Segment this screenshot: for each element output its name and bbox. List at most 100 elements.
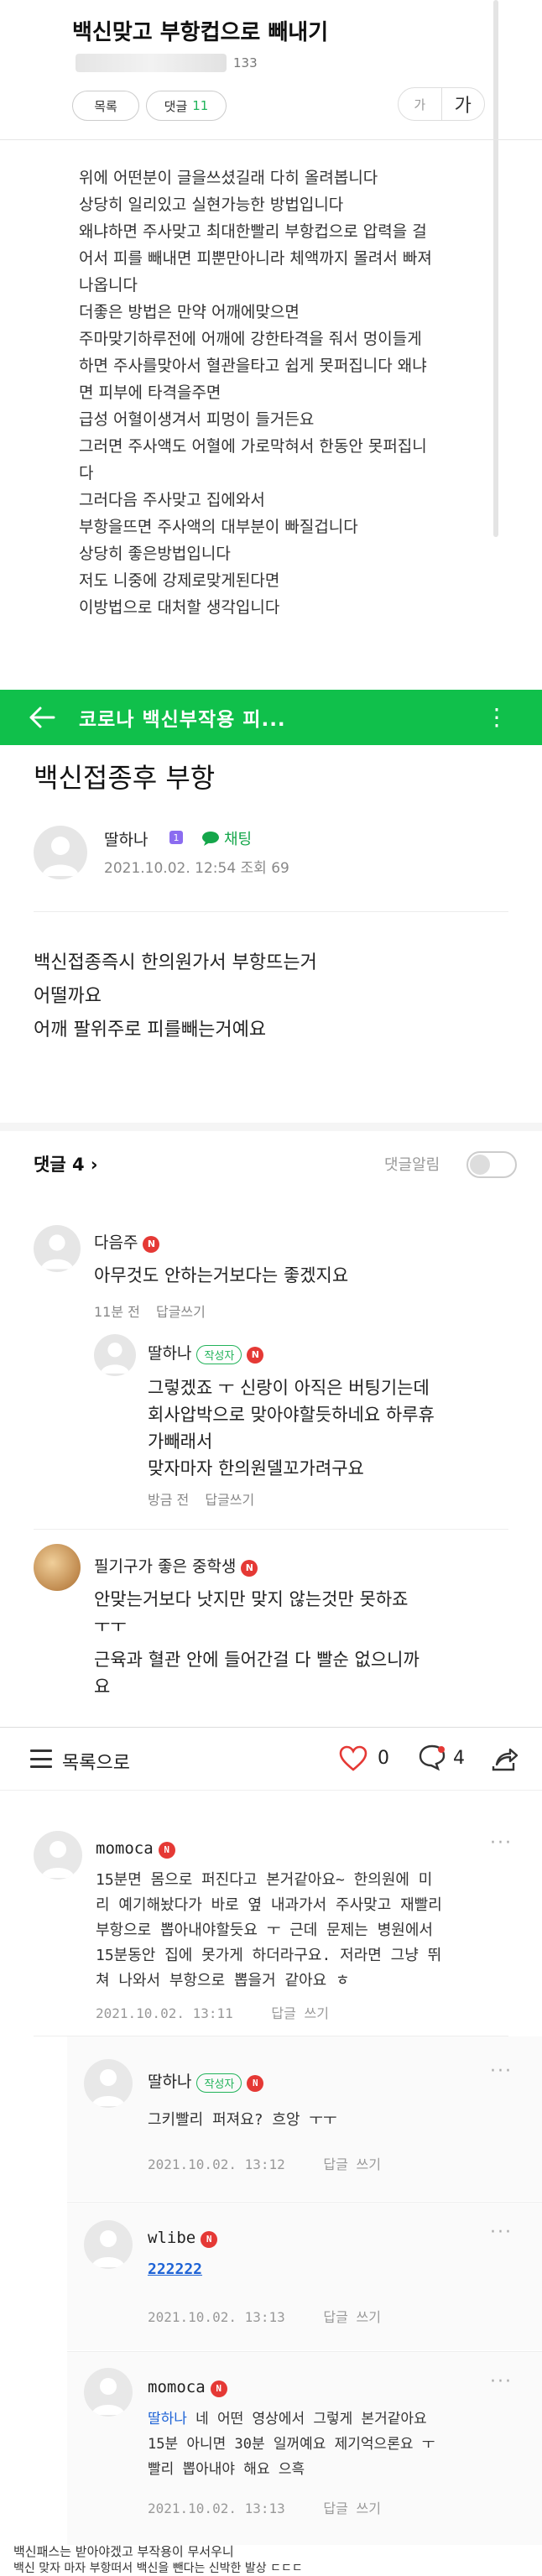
more-options-icon[interactable]: ⋮ bbox=[485, 701, 508, 733]
writer-badge: 작성자 bbox=[196, 2073, 242, 2093]
author-id-suffix: 133 bbox=[233, 55, 258, 70]
reply-button[interactable]: 답글 쓰기 bbox=[323, 2309, 381, 2325]
share-icon[interactable] bbox=[490, 1744, 519, 1773]
comment-count-header[interactable]: 댓글 4 › bbox=[34, 1151, 98, 1176]
author-name-blurred bbox=[76, 54, 227, 72]
reply-button[interactable]: 답글쓰기 bbox=[156, 1304, 206, 1320]
post-screenshot-1: 백신맞고 부항컵으로 빼내기 133 목록 댓글 11 가 가 위에 어떤분이 … bbox=[0, 0, 542, 671]
chat-button[interactable]: 채팅 bbox=[201, 827, 252, 849]
comment-text: 아무것도 안하는거보다는 좋겠지요 bbox=[94, 1265, 349, 1285]
comment-header: 다음주 N bbox=[94, 1230, 160, 1253]
comment-line: 쳐 나와서 부항으로 뽑을거 같아요 ㅎ bbox=[96, 1972, 350, 1989]
comment-meta: 방금 전 답글쓰기 bbox=[148, 1489, 254, 1509]
comment-header: 딸하나 작성자 N bbox=[148, 1341, 264, 1364]
commenter-avatar[interactable] bbox=[34, 1225, 81, 1272]
comment-line: 안맞는거보다 낫지만 맞지 않는것만 못하죠 bbox=[94, 1589, 409, 1609]
comment-text: 그렇겠죠 ㅜ 신랑이 아직은 버팅기는데 회사압박으로 맞아야할듯하네요 하루휴… bbox=[148, 1374, 435, 1482]
back-to-list-link[interactable]: 목록으로 bbox=[62, 1748, 130, 1775]
divider bbox=[0, 139, 542, 140]
body-line: 부항을뜨면 주사액의 대부분이 빠질겁니다 bbox=[79, 518, 358, 536]
comment-line: 리 예기해놨다가 바로 옆 내과가서 주사맞고 재빨리 bbox=[96, 1896, 442, 1914]
comment-date: 2021.10.02. 13:12 bbox=[148, 2156, 285, 2172]
commenter-avatar[interactable] bbox=[84, 2220, 133, 2269]
comment-count-label: 댓글 4 bbox=[34, 1155, 85, 1175]
comment-more-icon[interactable]: ··· bbox=[490, 1833, 513, 1854]
comment-line: 15분 아니면 30분 일꺼예요 제기억으론요 ㅜ bbox=[148, 2436, 435, 2453]
reply-button[interactable]: 답글쓰기 bbox=[205, 1492, 254, 1508]
author-avatar[interactable] bbox=[34, 826, 87, 879]
commenter-name[interactable]: 딸하나 bbox=[148, 1344, 191, 1363]
like-heart-icon[interactable] bbox=[339, 1744, 367, 1773]
caption-line: 백신 맞자 마자 부항떠서 백신을 뺀다는 신박한 발상 ㄷㄷㄷ bbox=[13, 2562, 303, 2575]
comment-more-icon[interactable]: ··· bbox=[490, 2371, 513, 2392]
bottom-action-bar: 목록으로 0 4 bbox=[0, 1727, 542, 1791]
commenter-avatar[interactable] bbox=[84, 2059, 133, 2108]
comment-more-icon[interactable]: ··· bbox=[490, 2222, 513, 2243]
comment-meta: 11분 전 답글쓰기 bbox=[94, 1301, 206, 1321]
comment-header: wlibe N bbox=[148, 2229, 218, 2248]
comment-bubble-icon[interactable] bbox=[418, 1743, 446, 1771]
comment-meta: 2021.10.02. 13:11 답글 쓰기 bbox=[96, 2002, 329, 2022]
commenter-avatar[interactable] bbox=[34, 1544, 81, 1591]
list-button[interactable]: 목록 bbox=[72, 91, 139, 121]
font-small-button[interactable]: 가 bbox=[399, 88, 441, 120]
default-avatar-icon bbox=[100, 1343, 130, 1374]
commenter-name[interactable]: momoca bbox=[148, 2378, 206, 2396]
commenter-name[interactable]: wlibe bbox=[148, 2229, 195, 2247]
comment-alert-toggle[interactable] bbox=[466, 1151, 517, 1178]
reply-button[interactable]: 답글 쓰기 bbox=[323, 2500, 381, 2516]
default-avatar-icon bbox=[91, 2378, 125, 2415]
scrollbar[interactable] bbox=[493, 0, 498, 537]
new-badge-icon: N bbox=[201, 2230, 218, 2248]
chevron-right-icon: › bbox=[90, 1155, 98, 1175]
post-title: 백신맞고 부항컵으로 빼내기 bbox=[72, 20, 329, 45]
body-line: 상당히 좋은방법입니다 bbox=[79, 545, 231, 563]
commenter-avatar[interactable] bbox=[84, 2368, 133, 2417]
comment-line: 빨리 뽑아내야 해요 으흑 bbox=[148, 2461, 305, 2478]
body-line: 이방법으로 대처할 생각입니다 bbox=[79, 598, 280, 617]
comment-alert-label: 댓글알림 bbox=[384, 1156, 440, 1174]
back-arrow-icon[interactable] bbox=[25, 701, 59, 734]
comment-time: 방금 전 bbox=[148, 1492, 190, 1508]
mention[interactable]: 딸하나 bbox=[148, 2411, 187, 2427]
author-name[interactable]: 딸하나 bbox=[104, 827, 148, 850]
commenter-name[interactable]: 다음주 bbox=[94, 1233, 138, 1252]
comment-count: 4 bbox=[453, 1748, 465, 1769]
new-badge-icon: N bbox=[158, 1841, 175, 1859]
reply-button[interactable]: 답글 쓰기 bbox=[271, 2005, 329, 2021]
font-large-button[interactable]: 가 bbox=[440, 88, 485, 120]
comment-header: momoca N bbox=[148, 2378, 227, 2397]
body-line: 저도 니중에 강제로맞게된다면 bbox=[79, 571, 280, 590]
post-title: 백신접종후 부항 bbox=[34, 762, 216, 794]
comment-text[interactable]: 222222 bbox=[148, 2257, 202, 2282]
font-size-toggle[interactable]: 가 가 bbox=[398, 87, 485, 121]
comment-more-icon[interactable]: ··· bbox=[490, 2061, 513, 2082]
chat-bubble-icon bbox=[202, 832, 219, 846]
comment-line: 그렇겠죠 ㅜ 신랑이 아직은 버팅기는데 bbox=[148, 1378, 430, 1398]
comment-line: 맞자마자 한의원델꼬가려구요 bbox=[148, 1458, 364, 1478]
commenter-name[interactable]: 딸하나 bbox=[148, 2073, 191, 2091]
comment-line: 요 bbox=[94, 1676, 111, 1697]
body-line: 백신접종즉시 한의원가서 부항뜨는거 bbox=[34, 952, 317, 973]
commenter-name[interactable]: 필기구가 좋은 중학생 bbox=[94, 1557, 236, 1576]
reply-button[interactable]: 답글 쓰기 bbox=[323, 2156, 381, 2172]
divider bbox=[34, 1529, 508, 1530]
comment-text: 딸하나 네 어떤 영상에서 그렇게 본거같아요 15분 아니면 30분 일꺼예요… bbox=[148, 2407, 435, 2482]
reply-block bbox=[67, 2203, 542, 2350]
comment-button-label: 댓글 bbox=[164, 98, 188, 114]
comment-meta: 2021.10.02. 13:13 답글 쓰기 bbox=[148, 2497, 381, 2517]
body-line: 더좋은 방법은 만약 어깨에맞으면 bbox=[79, 303, 300, 321]
comment-text: 그키빨리 퍼져요? 흐앙 ㅜㅜ bbox=[148, 2111, 337, 2129]
commenter-name[interactable]: momoca bbox=[96, 1839, 154, 1858]
comment-button[interactable]: 댓글 11 bbox=[146, 91, 227, 121]
comment-line: ㅜㅜ bbox=[94, 1616, 127, 1636]
post-meta: 2021.10.02. 12:54 조회 69 bbox=[104, 856, 289, 877]
commenter-avatar[interactable] bbox=[94, 1334, 136, 1376]
list-menu-icon[interactable] bbox=[30, 1749, 52, 1768]
body-line: 다 bbox=[79, 464, 94, 482]
default-avatar-icon bbox=[91, 2069, 125, 2106]
body-line: 그러면 주사액도 어혈에 가로막혀서 한동안 못퍼집니 bbox=[79, 437, 427, 456]
commenter-avatar[interactable] bbox=[34, 1831, 82, 1880]
member-level-badge: 1 bbox=[169, 831, 183, 844]
comment-date: 2021.10.02. 13:13 bbox=[148, 2500, 285, 2516]
